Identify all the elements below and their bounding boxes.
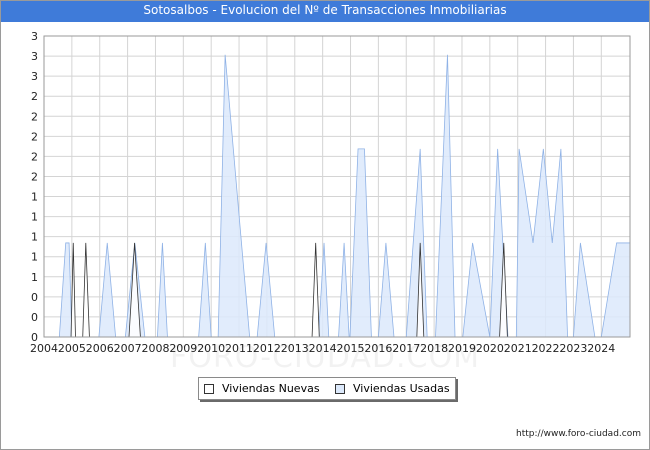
- y-tick-label: 2: [31, 130, 38, 143]
- y-tick-label: 0: [31, 311, 38, 324]
- legend-swatch-nuevas: [204, 383, 214, 394]
- y-tick-label: 3: [31, 30, 38, 43]
- legend-item-usadas: Viviendas Usadas: [335, 382, 450, 395]
- y-tick-label: 3: [31, 50, 38, 63]
- y-tick-label: 2: [31, 110, 38, 123]
- legend-label-usadas: Viviendas Usadas: [353, 382, 450, 395]
- legend: Viviendas Nuevas Viviendas Usadas: [198, 377, 456, 400]
- y-tick-label: 1: [31, 231, 38, 244]
- y-tick-label: 2: [31, 90, 38, 103]
- footer-url: http://www.foro-ciudad.com: [516, 429, 641, 439]
- y-tick-label: 0: [31, 291, 38, 304]
- legend-item-nuevas: Viviendas Nuevas: [204, 382, 320, 395]
- legend-label-nuevas: Viviendas Nuevas: [222, 382, 320, 395]
- legend-swatch-usadas: [335, 383, 345, 394]
- y-tick-label: 2: [31, 170, 38, 183]
- y-tick-label: 1: [31, 191, 38, 204]
- y-tick-label: 2: [31, 150, 38, 163]
- y-tick-label: 1: [31, 271, 38, 284]
- y-tick-label: 3: [31, 70, 38, 83]
- y-tick-label: 1: [31, 211, 38, 224]
- watermark: FORO-CIUDAD.COM: [170, 340, 480, 375]
- y-tick-label: 1: [31, 251, 38, 264]
